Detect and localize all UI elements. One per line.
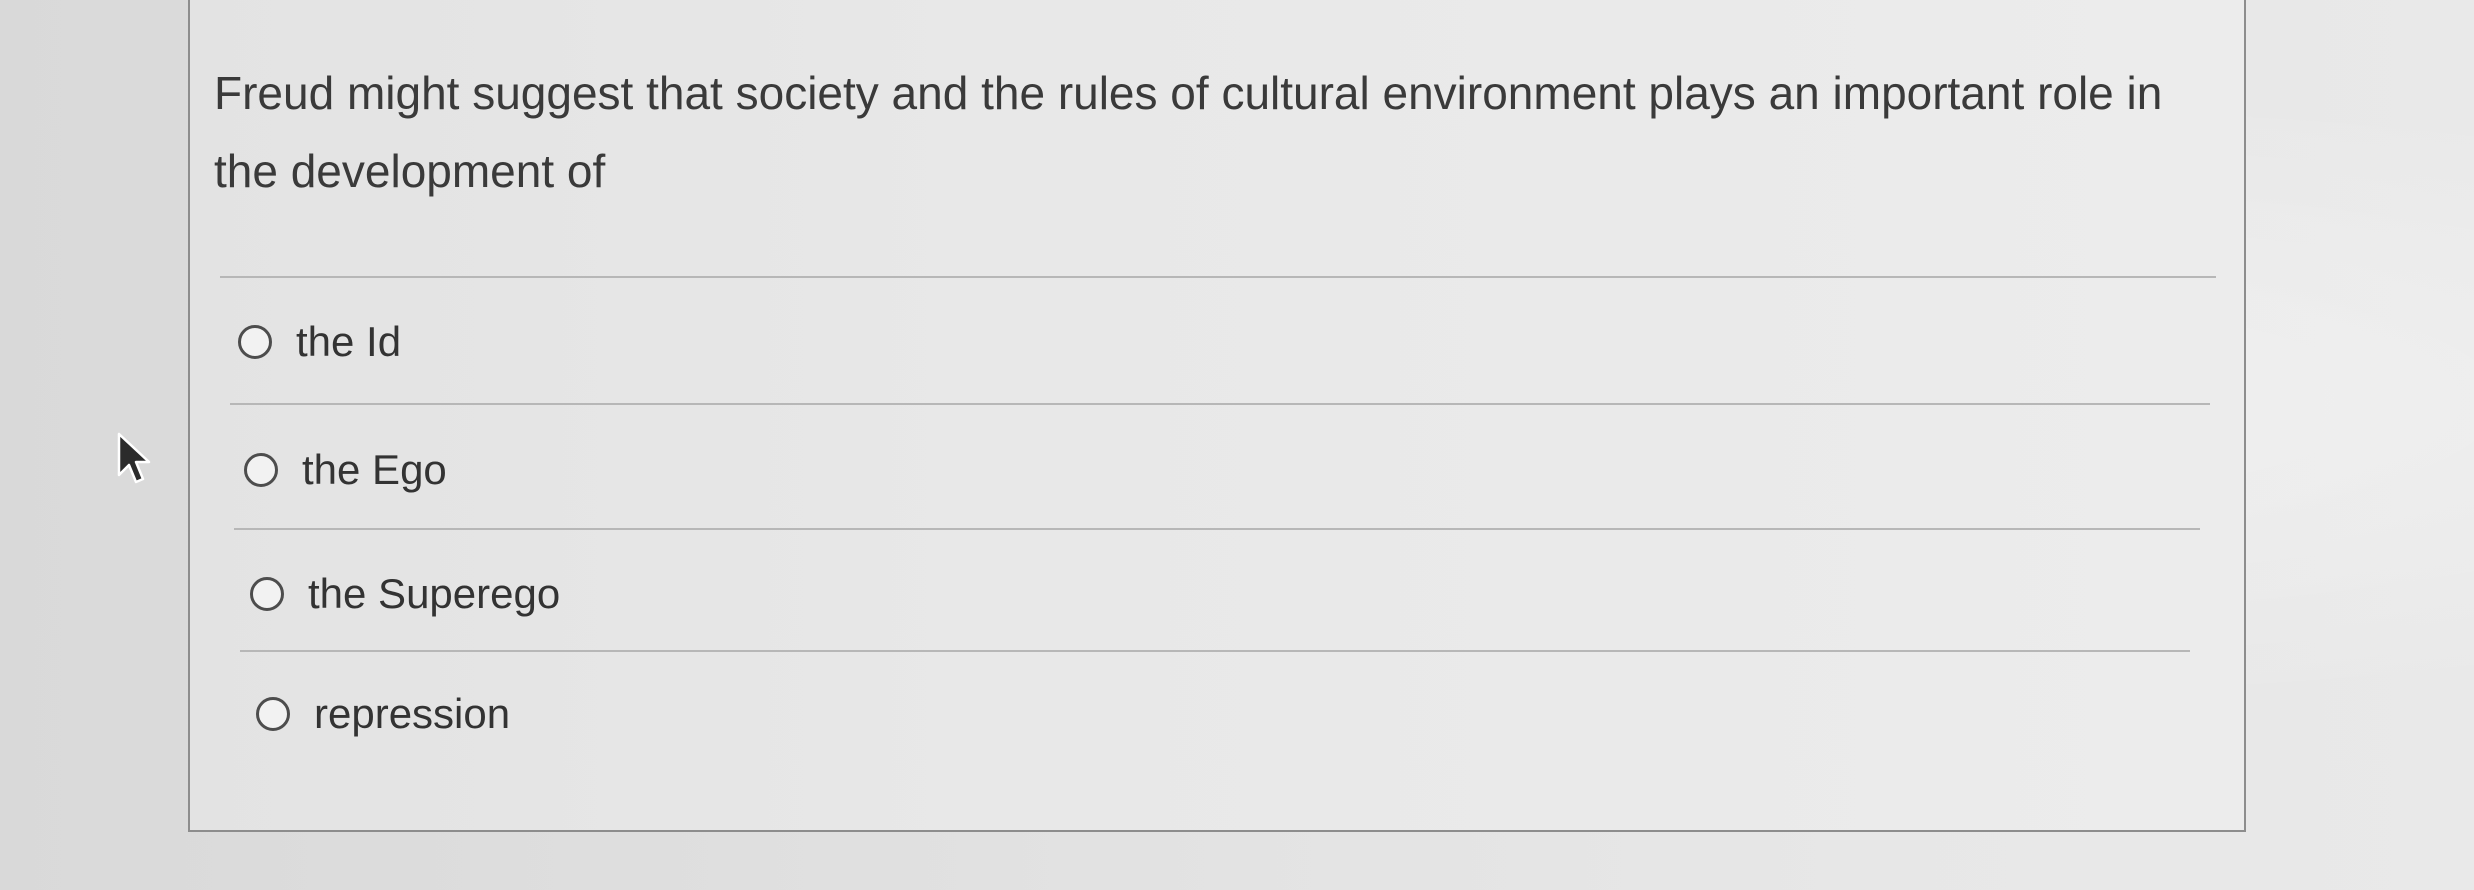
question-card: Freud might suggest that society and the… bbox=[188, 0, 2246, 832]
radio-button-unchecked-icon[interactable] bbox=[244, 453, 278, 487]
divider bbox=[234, 528, 2200, 530]
answer-option-label: the Id bbox=[296, 318, 402, 365]
divider bbox=[230, 403, 2210, 405]
answer-option-label: the Superego bbox=[308, 570, 561, 617]
divider bbox=[240, 650, 2190, 652]
answer-option-id[interactable]: the Id bbox=[238, 312, 401, 372]
mouse-pointer-icon bbox=[117, 432, 151, 484]
answer-option-label: repression bbox=[314, 690, 511, 737]
radio-button-unchecked-icon[interactable] bbox=[238, 325, 272, 359]
radio-button-unchecked-icon[interactable] bbox=[250, 577, 284, 611]
answer-option-label: the Ego bbox=[302, 446, 447, 493]
answer-option-ego[interactable]: the Ego bbox=[244, 440, 447, 500]
radio-button-unchecked-icon[interactable] bbox=[256, 697, 290, 731]
answer-option-superego[interactable]: the Superego bbox=[250, 564, 560, 624]
answer-option-repression[interactable]: repression bbox=[256, 684, 510, 744]
divider bbox=[220, 276, 2216, 278]
question-text: Freud might suggest that society and the… bbox=[214, 67, 2163, 197]
